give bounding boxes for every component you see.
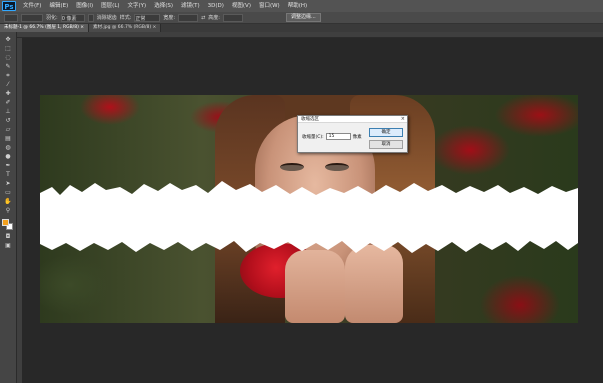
tools-panel: ✥ ⬚ ◌ ✎ ⌗ ⁄ ✚ ✐ ⊥ ↺ ▱ ▤ ◍ ● ✒ T ➤ ▭ ✋ ⚲ … — [0, 32, 17, 383]
height-input[interactable] — [222, 13, 243, 22]
stamp-icon[interactable]: ⊥ — [3, 108, 13, 115]
antialias-label: 消除锯齿 — [96, 15, 117, 21]
close-icon[interactable]: × — [401, 116, 405, 123]
foreground-color-swatch[interactable] — [2, 219, 9, 226]
eyedropper-icon[interactable]: ⁄ — [3, 81, 13, 88]
dodge-icon[interactable]: ● — [3, 153, 13, 160]
menu-window[interactable]: 窗口(W) — [255, 0, 284, 12]
height-label: 高度: — [208, 15, 220, 21]
color-swatches[interactable] — [2, 219, 14, 231]
hand-icon[interactable]: ✋ — [3, 198, 13, 205]
cancel-button[interactable]: 取消 — [369, 140, 403, 149]
options-bar: 羽化: 0 像素 消除锯齿 样式: 正常 宽度: ⇄ 高度: 调整边缘... — [0, 12, 603, 24]
feather-label: 羽化: — [46, 15, 58, 21]
document-tab[interactable]: 素材.jpg @ 66.7% (RGB/8) × — [89, 24, 162, 32]
menu-view[interactable]: 视图(V) — [228, 0, 255, 12]
menu-bar: Ps 文件(F) 编辑(E) 图像(I) 图层(L) 文字(Y) 选择(S) 滤… — [0, 0, 603, 12]
horizontal-ruler — [17, 32, 603, 38]
selection-mode-buttons[interactable] — [21, 13, 43, 22]
style-label: 样式: — [119, 15, 132, 21]
style-select[interactable]: 正常 — [134, 13, 161, 22]
document-tab-bar: 未标题-1 @ 66.7% (图层 1, RGB/8) × 素材.jpg @ 6… — [0, 24, 603, 32]
contract-selection-dialog: 收缩选区 × 收缩量(C): 15 像素 确定 取消 — [297, 115, 408, 153]
zoom-icon[interactable]: ⚲ — [3, 207, 13, 214]
type-icon[interactable]: T — [3, 171, 13, 178]
dialog-title-bar: 收缩选区 × — [298, 116, 407, 123]
contract-amount-input[interactable]: 15 — [325, 133, 351, 140]
menu-help[interactable]: 帮助(H) — [284, 0, 311, 12]
feather-input[interactable]: 0 像素 — [60, 13, 85, 22]
menu-select[interactable]: 选择(S) — [150, 0, 177, 12]
healing-icon[interactable]: ✚ — [3, 90, 13, 97]
ok-button[interactable]: 确定 — [369, 128, 403, 137]
refine-edge-button[interactable]: 调整边缘... — [285, 13, 321, 22]
dialog-title: 收缩选区 — [301, 117, 319, 122]
antialias-checkbox[interactable] — [87, 13, 94, 22]
shape-icon[interactable]: ▭ — [3, 189, 13, 196]
path-select-icon[interactable]: ➤ — [3, 180, 13, 187]
menu-type[interactable]: 文字(Y) — [124, 0, 151, 12]
menu-layer[interactable]: 图层(L) — [97, 0, 123, 12]
crop-icon[interactable]: ⌗ — [3, 72, 13, 79]
document-tab-active[interactable]: 未标题-1 @ 66.7% (图层 1, RGB/8) × — [0, 24, 90, 32]
contract-amount-label: 收缩量(C): — [302, 134, 324, 140]
contract-amount-row: 收缩量(C): 15 像素 — [302, 133, 362, 140]
menu-image[interactable]: 图像(I) — [72, 0, 97, 12]
quick-select-icon[interactable]: ✎ — [3, 63, 13, 70]
swap-icon[interactable]: ⇄ — [201, 15, 205, 21]
eraser-icon[interactable]: ▱ — [3, 126, 13, 133]
photoshop-logo: Ps — [2, 1, 16, 11]
quick-mask-icon[interactable]: ◘ — [3, 233, 13, 240]
marquee-icon[interactable]: ⬚ — [3, 45, 13, 52]
menu-3d[interactable]: 3D(D) — [204, 0, 228, 12]
width-input[interactable] — [178, 13, 199, 22]
screen-mode-icon[interactable]: ▣ — [3, 242, 13, 249]
menu-file[interactable]: 文件(F) — [19, 0, 45, 12]
pen-icon[interactable]: ✒ — [3, 162, 13, 169]
lasso-icon[interactable]: ◌ — [3, 54, 13, 61]
gradient-icon[interactable]: ▤ — [3, 135, 13, 142]
history-brush-icon[interactable]: ↺ — [3, 117, 13, 124]
menu-edit[interactable]: 编辑(E) — [45, 0, 72, 12]
menu-filter[interactable]: 滤镜(T) — [177, 0, 204, 12]
vertical-ruler — [17, 38, 22, 383]
blur-icon[interactable]: ◍ — [3, 144, 13, 151]
width-label: 宽度: — [163, 15, 176, 21]
style-value: 正常 — [135, 15, 146, 22]
contract-amount-unit: 像素 — [352, 134, 362, 140]
tool-preset-picker[interactable] — [4, 13, 18, 22]
move-icon[interactable]: ✥ — [3, 36, 13, 43]
feather-value: 0 像素 — [61, 15, 77, 22]
brush-icon[interactable]: ✐ — [3, 99, 13, 106]
